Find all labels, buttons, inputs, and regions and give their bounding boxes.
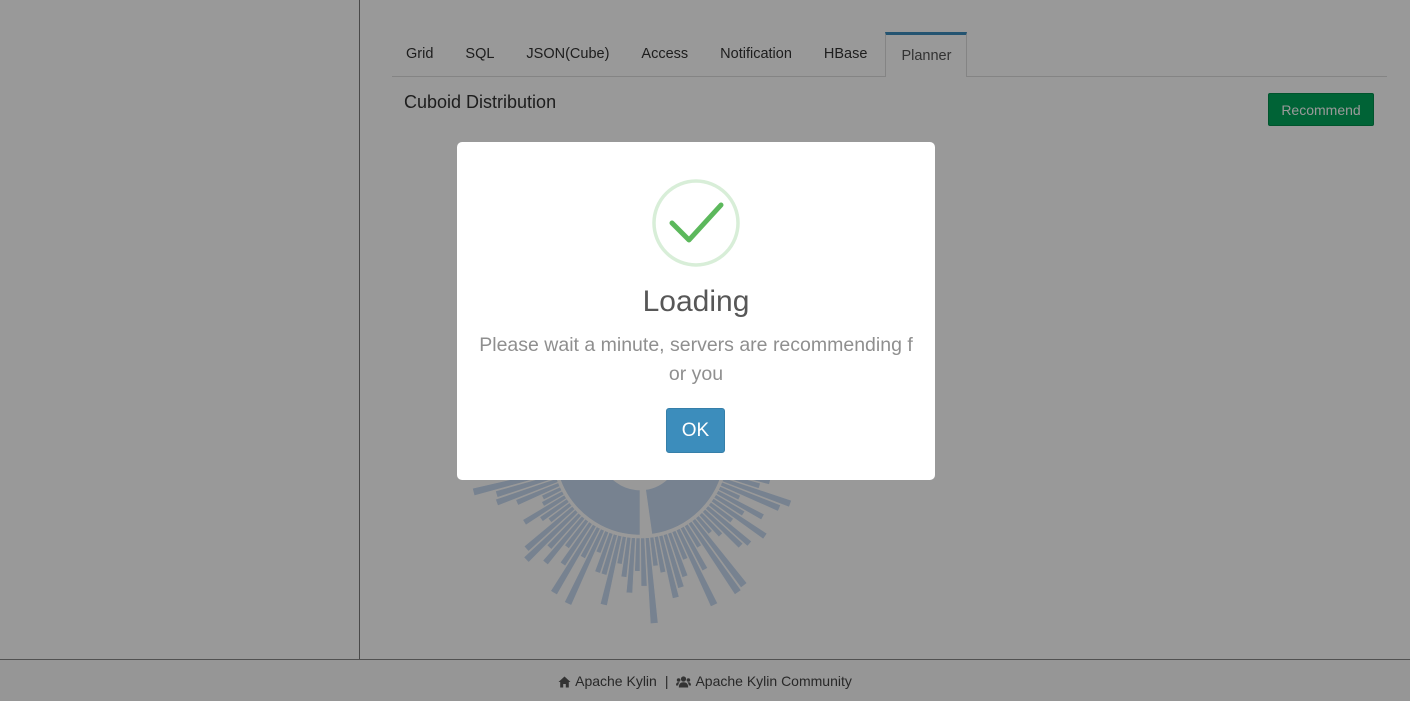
dialog-title: Loading [642,285,750,318]
loading-dialog: Loading Please wait a minute, servers ar… [457,142,935,480]
success-check-icon [652,179,740,267]
dialog-message: Please wait a minute, servers are recomm… [479,334,913,385]
ok-button[interactable]: OK [666,408,725,453]
